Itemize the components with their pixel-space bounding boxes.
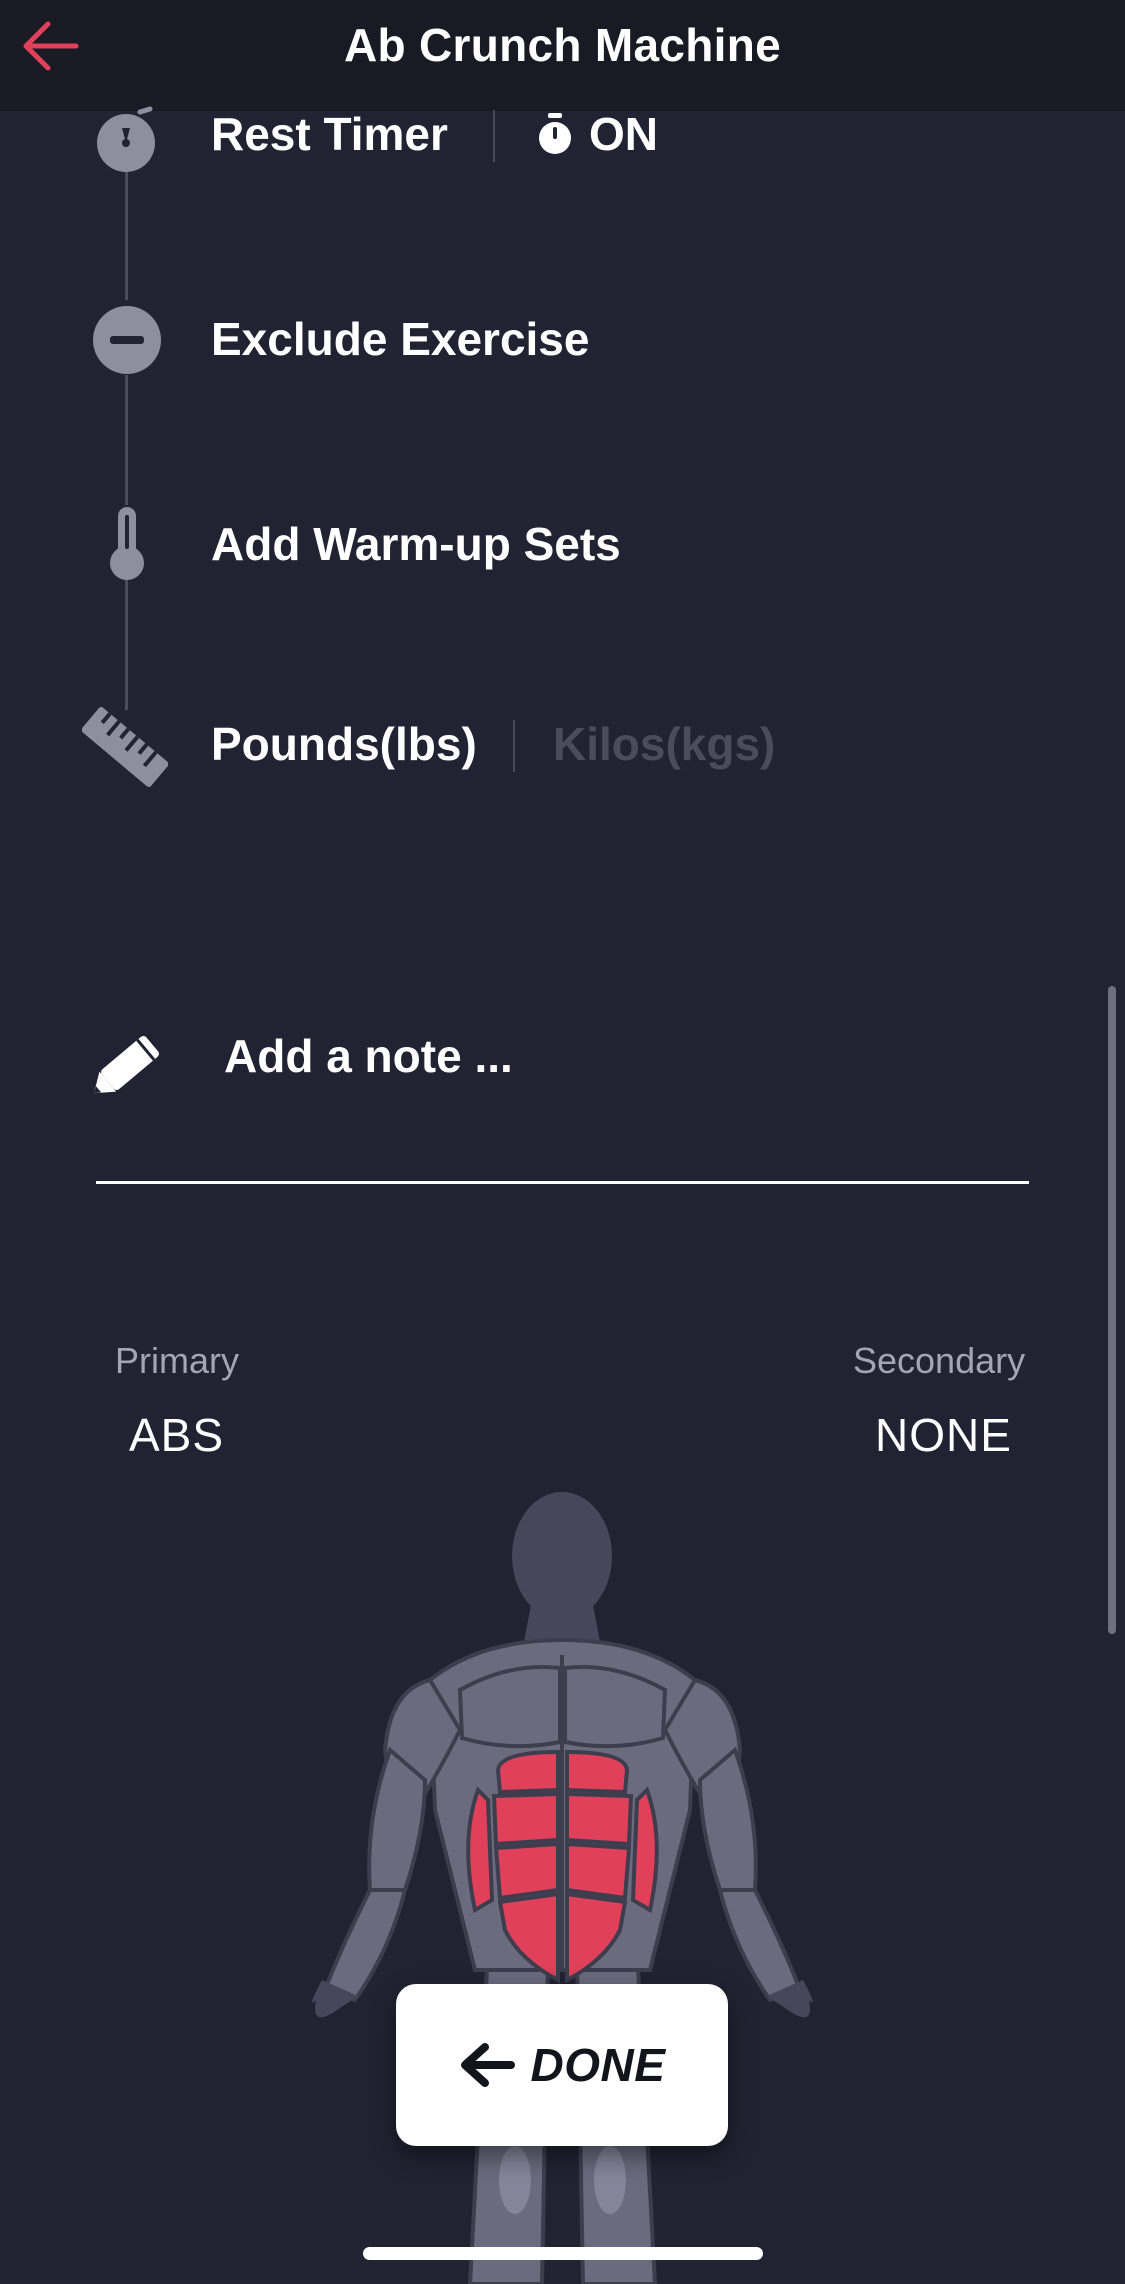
note-input[interactable] (224, 1026, 1024, 1086)
stopwatch-icon (95, 106, 157, 177)
header-bar: Ab Crunch Machine (0, 0, 1125, 111)
secondary-muscle-value[interactable]: NONE (875, 1408, 1012, 1462)
home-indicator[interactable] (363, 2247, 763, 2260)
thermometer-icon (109, 505, 145, 586)
minus-circle-icon (93, 306, 161, 379)
unit-pounds-option[interactable]: Pounds(lbs) (211, 717, 477, 771)
note-underline (96, 1181, 1029, 1184)
pencil-icon (93, 1028, 167, 1103)
add-warmup-sets-label[interactable]: Add Warm-up Sets (211, 517, 621, 571)
muscle-body-diagram (310, 1490, 815, 2284)
rest-timer-toggle[interactable]: ON (535, 107, 658, 161)
done-button-label: DONE (530, 2039, 666, 2091)
scrollbar[interactable] (1108, 986, 1116, 1634)
divider (493, 110, 495, 162)
exercise-detail-screen: Ab Crunch Machine Rest Timer ON Exclude … (0, 0, 1125, 2284)
timeline-connector (125, 580, 128, 710)
ruler-icon (81, 706, 169, 793)
divider (513, 720, 515, 772)
page-title: Ab Crunch Machine (343, 19, 782, 71)
timeline-connector (125, 170, 128, 300)
rest-timer-label[interactable]: Rest Timer (211, 107, 448, 161)
rest-timer-state: ON (589, 108, 658, 160)
primary-muscle-caption: Primary (115, 1340, 239, 1381)
timeline-connector (125, 375, 128, 505)
unit-kilos-option[interactable]: Kilos(kgs) (553, 717, 775, 771)
stopwatch-icon (539, 113, 571, 154)
arrow-left-icon (460, 2043, 515, 2087)
primary-muscle-value[interactable]: ABS (129, 1408, 224, 1462)
done-button[interactable]: DONE (396, 1984, 728, 2146)
secondary-muscle-caption: Secondary (853, 1340, 1026, 1381)
exclude-exercise-label[interactable]: Exclude Exercise (211, 312, 589, 366)
